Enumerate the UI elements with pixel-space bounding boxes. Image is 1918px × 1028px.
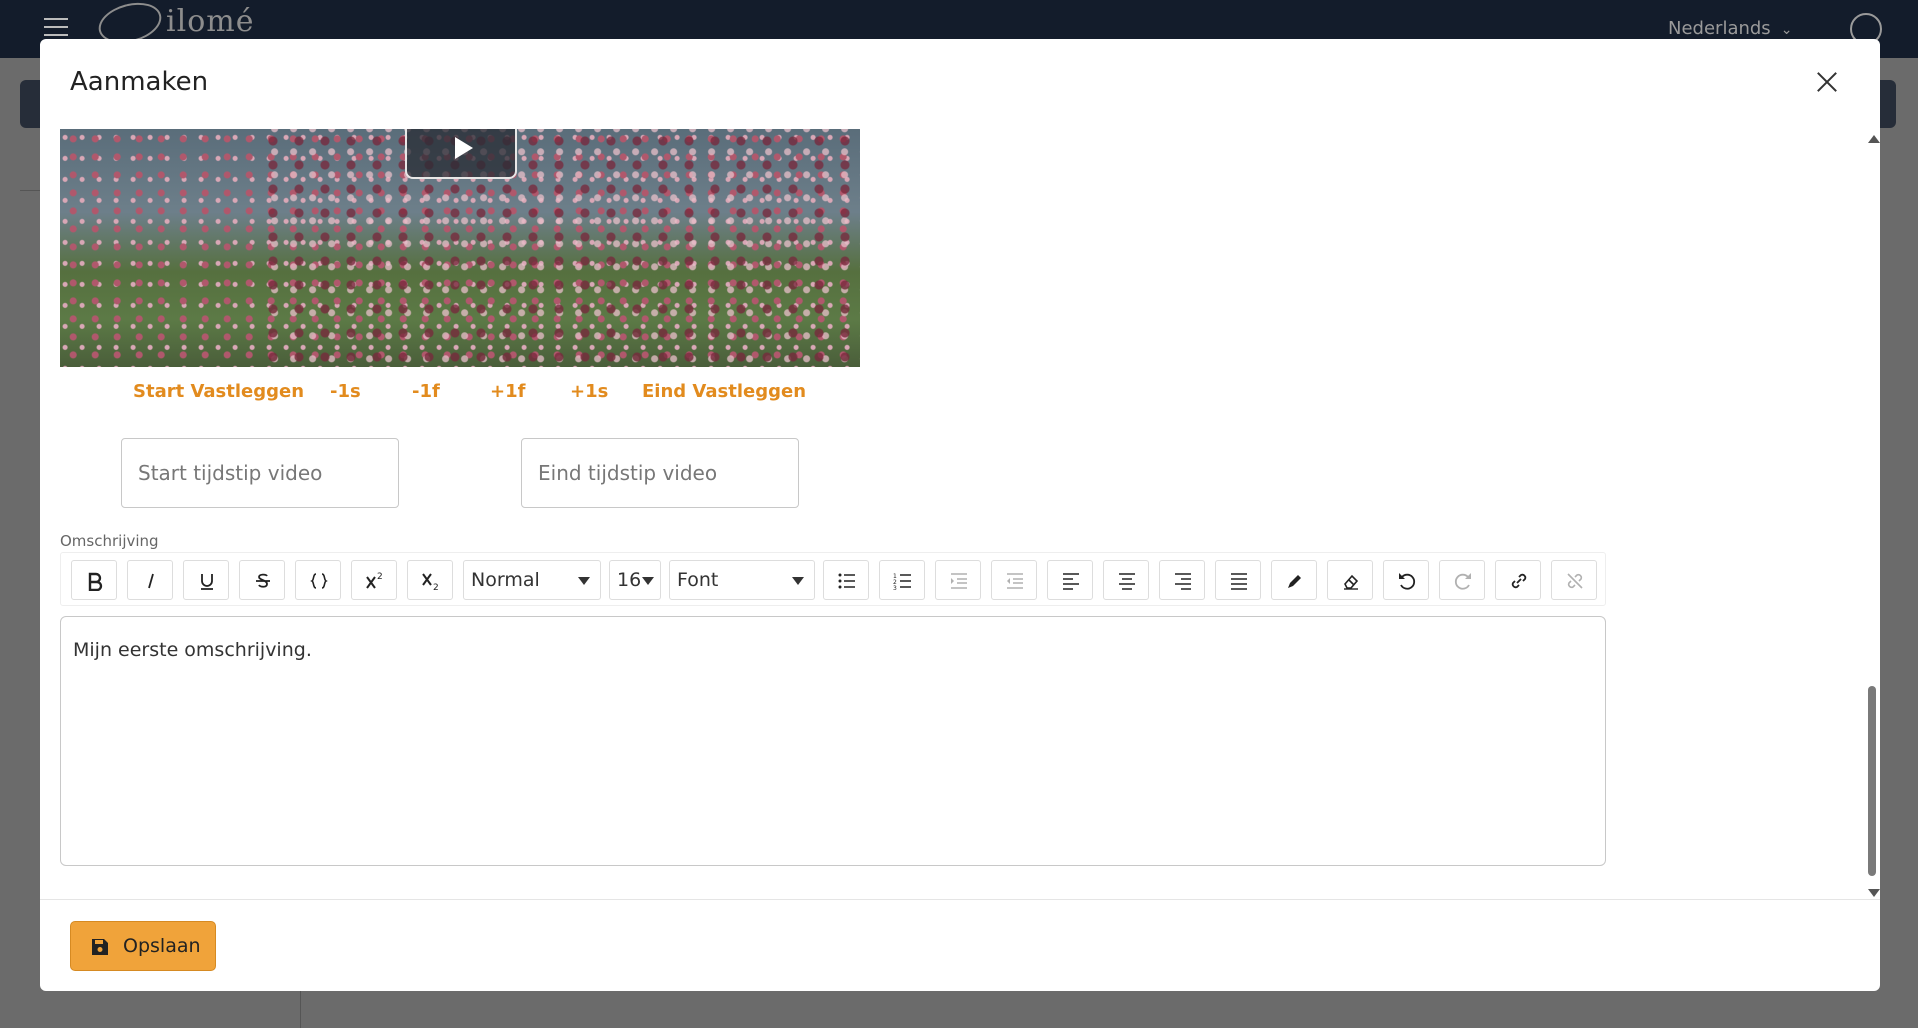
dropdown-caret-icon	[642, 577, 654, 585]
scroll-down-arrow-icon[interactable]	[1868, 889, 1880, 897]
video-capture-controls: Start Vastleggen -1s -1f +1f +1s Eind Va…	[40, 381, 900, 411]
editor-content[interactable]: Mijn eerste omschrijving.	[73, 639, 312, 661]
align-justify-button[interactable]	[1215, 560, 1261, 600]
outdent-button[interactable]	[991, 560, 1037, 600]
plus-1f-button[interactable]: +1f	[490, 381, 525, 402]
bullet-list-icon	[838, 573, 855, 589]
svg-text:2: 2	[377, 572, 383, 582]
dropdown-caret-icon	[578, 577, 590, 585]
indent-icon	[951, 573, 967, 589]
italic-icon	[148, 573, 154, 589]
scroll-up-arrow-icon[interactable]	[1868, 135, 1880, 143]
eraser-icon	[1344, 574, 1359, 590]
redo-button[interactable]	[1439, 560, 1485, 600]
align-justify-icon	[1231, 573, 1247, 590]
end-time-input[interactable]	[521, 438, 799, 508]
redo-icon	[1454, 573, 1471, 590]
play-button[interactable]	[405, 129, 517, 179]
italic-button[interactable]	[127, 560, 173, 600]
hamburger-menu-icon[interactable]	[44, 18, 68, 38]
bold-icon	[88, 572, 103, 591]
font-family-select[interactable]: Font	[669, 560, 815, 600]
undo-button[interactable]	[1383, 560, 1429, 600]
link-icon	[1511, 573, 1527, 589]
create-modal: Aanmaken Start Vastleggen -1s -1f +1f +1…	[40, 39, 1880, 991]
end-capture-button[interactable]: Eind Vastleggen	[642, 381, 806, 402]
modal-scrollbar[interactable]	[1864, 129, 1880, 899]
floppy-disk-icon	[92, 939, 108, 955]
svg-text:2: 2	[433, 583, 439, 591]
subscript-button[interactable]: 2	[407, 560, 453, 600]
minus-1f-button[interactable]: -1f	[412, 381, 440, 402]
text-color-button[interactable]	[1271, 560, 1317, 600]
align-center-button[interactable]	[1103, 560, 1149, 600]
curly-braces-icon	[310, 573, 328, 589]
minus-1s-button[interactable]: -1s	[330, 381, 361, 402]
modal-title: Aanmaken	[70, 67, 209, 97]
align-left-button[interactable]	[1047, 560, 1093, 600]
insert-link-button[interactable]	[1495, 560, 1541, 600]
description-label: Omschrijving	[60, 532, 159, 550]
remove-link-button[interactable]	[1551, 560, 1597, 600]
strikethrough-icon	[256, 573, 270, 588]
numbered-list-button[interactable]: 123	[879, 560, 925, 600]
subscript-icon: 2	[422, 573, 439, 591]
numbered-list-icon: 123	[893, 573, 911, 591]
unlink-icon	[1567, 573, 1583, 589]
start-capture-button[interactable]: Start Vastleggen	[133, 381, 304, 402]
plus-1s-button[interactable]: +1s	[570, 381, 608, 402]
heading-select[interactable]: Normal	[463, 560, 601, 600]
clear-format-button[interactable]	[1327, 560, 1373, 600]
superscript-button[interactable]: 2	[351, 560, 397, 600]
chevron-down-icon: ⌄	[1780, 22, 1793, 38]
strikethrough-button[interactable]	[239, 560, 285, 600]
font-size-select[interactable]: 16	[609, 560, 661, 600]
indent-button[interactable]	[935, 560, 981, 600]
pen-icon	[1288, 575, 1301, 588]
language-selector[interactable]: Nederlands ⌄	[1668, 18, 1792, 39]
modal-header: Aanmaken	[40, 39, 1880, 129]
align-center-icon	[1119, 573, 1135, 590]
video-frame	[260, 129, 860, 367]
underline-button[interactable]	[183, 560, 229, 600]
align-right-button[interactable]	[1159, 560, 1205, 600]
superscript-icon: 2	[366, 572, 383, 589]
align-right-icon	[1175, 573, 1191, 590]
outdent-icon	[1007, 573, 1023, 589]
start-time-input[interactable]	[121, 438, 399, 508]
save-button[interactable]: Opslaan	[70, 921, 216, 971]
modal-footer: Opslaan	[40, 899, 1880, 991]
editor-toolbar: 2 2 Normal 16 Font 123	[60, 552, 1606, 606]
video-player[interactable]	[60, 129, 860, 367]
bullet-list-button[interactable]	[823, 560, 869, 600]
undo-icon	[1399, 573, 1416, 590]
scroll-thumb[interactable]	[1868, 686, 1876, 876]
close-icon[interactable]	[1812, 67, 1842, 97]
modal-body: Start Vastleggen -1s -1f +1f +1s Eind Va…	[40, 129, 1864, 899]
bold-button[interactable]	[71, 560, 117, 600]
description-editor[interactable]: Mijn eerste omschrijving.	[60, 616, 1606, 866]
dropdown-caret-icon	[792, 577, 804, 585]
code-block-button[interactable]	[295, 560, 341, 600]
align-left-icon	[1063, 573, 1079, 590]
underline-icon	[201, 574, 213, 590]
app-logo: ilomé	[94, 0, 254, 50]
svg-text:3: 3	[893, 585, 897, 591]
